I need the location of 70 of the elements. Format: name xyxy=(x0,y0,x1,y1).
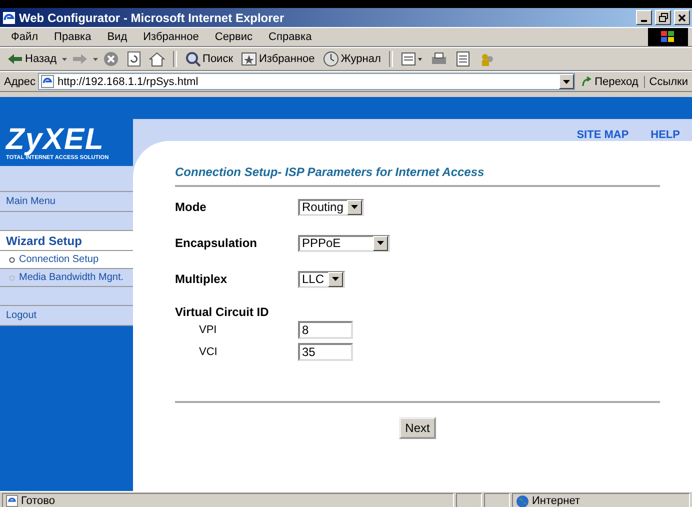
browser-icon xyxy=(2,10,16,24)
input-field[interactable]: 8 xyxy=(298,321,353,339)
sidebar-item[interactable]: Connection Setup xyxy=(0,251,133,269)
window-title: Web Configurator - Microsoft Internet Explorer xyxy=(19,10,286,24)
status-pane xyxy=(484,493,510,507)
field-label: VPI xyxy=(198,324,218,336)
history-button[interactable]: Журнал xyxy=(320,49,384,69)
links-button[interactable]: Ссылки xyxy=(644,76,688,88)
arrow-icon xyxy=(580,76,593,88)
field-label: Multiplex xyxy=(175,272,228,286)
minimize-button[interactable] xyxy=(636,10,652,25)
menu-item[interactable]: Вид xyxy=(100,31,134,43)
dropdown[interactable]: LLC xyxy=(298,270,346,288)
clock-icon xyxy=(322,51,339,67)
status-pane xyxy=(456,493,482,507)
menu-item[interactable]: Сервис xyxy=(208,31,260,43)
restore-icon xyxy=(658,13,668,22)
field-label: Mode xyxy=(175,200,208,214)
home-icon xyxy=(148,51,165,67)
printer-icon xyxy=(430,51,447,67)
dropdown-button[interactable] xyxy=(558,74,574,89)
search-button[interactable]: Поиск xyxy=(182,49,236,69)
caret-icon xyxy=(332,277,340,281)
sidebar-item[interactable]: Logout xyxy=(0,306,133,326)
notepad-icon xyxy=(454,51,471,67)
zone-text: Интернет xyxy=(532,495,580,507)
stop-icon xyxy=(102,51,119,67)
globe-icon xyxy=(516,494,529,507)
document-icon xyxy=(400,51,423,67)
top-link[interactable]: SITE MAP xyxy=(576,129,629,141)
menu-item[interactable]: Правка xyxy=(47,31,98,43)
close-button[interactable] xyxy=(674,10,690,25)
radio-icon xyxy=(9,274,15,280)
refresh-icon xyxy=(126,51,141,67)
caret-icon[interactable] xyxy=(62,58,67,60)
radio-icon xyxy=(9,256,15,262)
go-button[interactable]: Переход xyxy=(576,76,642,88)
input-field[interactable]: 35 xyxy=(298,343,353,361)
menu-item[interactable]: Справка xyxy=(262,31,319,43)
address-field[interactable]: http://192.168.1.1/rpSys.html xyxy=(38,73,575,90)
field-label: Encapsulation xyxy=(175,236,258,250)
status-text: Готово xyxy=(21,495,55,507)
dropdown[interactable]: PPPoE xyxy=(298,234,390,252)
section-label: Virtual Circuit ID xyxy=(175,305,270,319)
menu-item[interactable]: Избранное xyxy=(136,31,206,43)
caret-icon[interactable] xyxy=(92,58,98,60)
address-label: Адрес xyxy=(4,76,36,88)
sidebar-item[interactable]: Media Bandwidth Mgnt. xyxy=(0,269,133,287)
star-icon xyxy=(241,52,258,66)
top-link[interactable]: HELP xyxy=(650,129,680,141)
windows-logo-icon xyxy=(648,28,688,46)
close-icon xyxy=(678,14,686,22)
caret-icon xyxy=(562,80,570,84)
back-button[interactable]: Назад xyxy=(4,49,60,69)
forward-arrow-icon xyxy=(72,53,88,65)
dropdown[interactable]: Routing xyxy=(298,198,364,216)
menu-item[interactable]: Файл xyxy=(4,31,46,43)
search-icon xyxy=(184,51,201,67)
caret-icon xyxy=(351,205,358,209)
restore-button[interactable] xyxy=(655,10,671,25)
back-arrow-icon xyxy=(7,53,23,65)
sidebar-item[interactable]: Main Menu xyxy=(0,192,133,212)
next-button[interactable]: Next xyxy=(399,417,436,439)
sidebar-item[interactable]: Wizard Setup xyxy=(0,231,133,251)
minimize-icon xyxy=(641,20,647,22)
field-label: VCI xyxy=(198,346,218,358)
caret-icon xyxy=(377,241,384,245)
page-heading: Connection Setup- ISP Parameters for Internet Access xyxy=(175,165,486,179)
page-icon xyxy=(40,75,54,88)
favorites-button[interactable]: Избранное xyxy=(238,49,318,69)
